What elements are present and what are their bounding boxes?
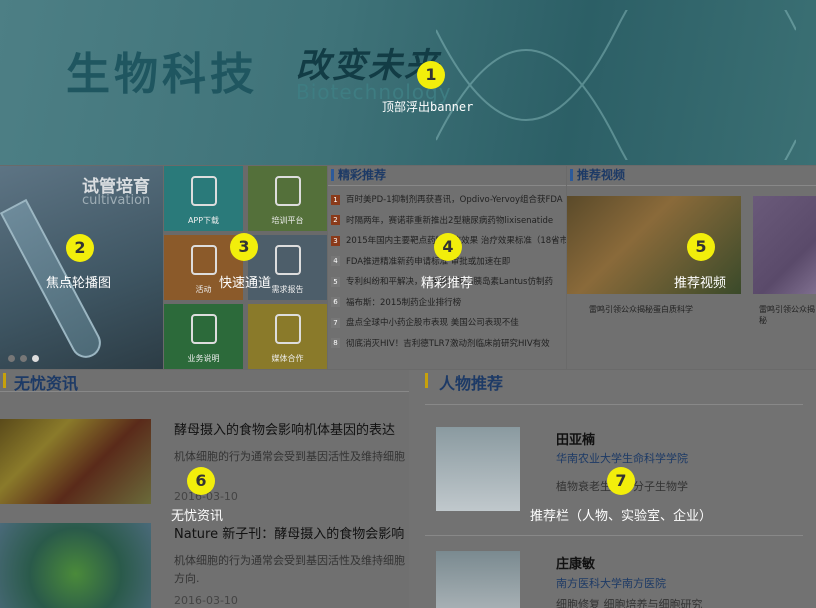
person-desc: 细胞修复 细胞培养与细胞研究 [556, 598, 703, 608]
dna-helix-illustration [436, 10, 796, 160]
news-item[interactable]: 7 盘点全球中小药企股市表现 美国公司表现不佳 [328, 313, 566, 334]
monitor-user-icon [274, 176, 301, 206]
news-rank: 1 [331, 194, 340, 205]
annotation-label: 焦点轮播图 [46, 276, 112, 291]
carousel-dot[interactable] [20, 355, 27, 362]
wuyou-header: 无忧资讯 [0, 370, 409, 393]
article-title[interactable]: Nature 新子刊：酵母摄入的食物会影响 [174, 523, 404, 542]
carousel-dot-active[interactable] [32, 355, 39, 362]
annotation-marker: 2 [66, 234, 94, 262]
news-item[interactable]: 1 百时美PD-1抑制剂再获喜讯，Opdivo-Yervoy组合获FDA [328, 190, 566, 211]
person-org: 华南农业大学生命科学学院 [556, 452, 688, 465]
news-title: 福布斯：2015制药企业排行榜 [346, 297, 462, 308]
annotation-marker: 3 [230, 233, 258, 261]
phone-icon [190, 176, 217, 206]
carousel-subtitle: cultivation [82, 193, 151, 208]
quick-tile-label: 业务说明 [187, 354, 220, 363]
person-avatar[interactable] [436, 427, 520, 511]
news-title: FDA推进精准新药申请标准 审批或加速在即 [346, 256, 511, 267]
annotation-label: 顶部浮出banner [382, 100, 474, 114]
article-date: 2016-03-10 [174, 594, 238, 607]
article-summary: 机体细胞的行为通常会受到基因活性及维持细胞 [174, 450, 405, 463]
search-document-icon [274, 245, 301, 275]
quick-tile-business[interactable]: 业务说明 [164, 304, 243, 369]
banner-title: 生物科技 [66, 49, 258, 100]
handshake-icon [274, 314, 301, 344]
featured-picks: 精彩推荐 1 百时美PD-1抑制剂再获喜讯，Opdivo-Yervoy组合获FDA… [328, 166, 566, 369]
video-caption[interactable]: 雷鸣引领公众揭秘 [759, 304, 816, 326]
annotation-label: 推荐栏（人物、实验室、企业） [530, 509, 713, 524]
news-rank: 3 [331, 235, 340, 246]
people-header: 人物推荐 [419, 370, 816, 393]
news-rank: 6 [331, 297, 340, 307]
picks-header: 精彩推荐 [328, 166, 566, 186]
news-title: 百时美PD-1抑制剂再获喜讯，Opdivo-Yervoy组合获FDA [346, 195, 563, 205]
person-org: 南方医科大学南方医院 [556, 577, 666, 590]
news-item[interactable]: 2 时隔两年，赛诺菲重新推出2型糖尿病药物lixisenatide [328, 211, 566, 232]
person-name[interactable]: 庄康敏 [556, 553, 595, 572]
news-rank: 2 [331, 215, 340, 225]
article-summary: 机体细胞的行为通常会受到基因活性及维持细胞方向. [174, 554, 405, 585]
video-thumbnail[interactable] [753, 196, 816, 294]
person-avatar[interactable] [436, 551, 520, 608]
annotation-marker: 6 [187, 467, 215, 495]
person-card[interactable]: 庄康敏 南方医科大学南方医院 细胞修复 细胞培养与细胞研究 [425, 535, 803, 608]
document-icon [190, 314, 217, 344]
annotation-label: 精彩推荐 [421, 276, 474, 291]
videos-header: 推荐视频 [567, 166, 816, 186]
article-title[interactable]: 酵母摄入的食物会影响机体基因的表达 [174, 419, 395, 438]
annotation-marker: 7 [607, 467, 635, 495]
quick-tile-media[interactable]: 媒体合作 [248, 304, 327, 369]
carousel-dot[interactable] [8, 355, 15, 362]
quick-access: APP下载 培训平台 活动 需求报告 业务说明 媒体合作 [164, 166, 327, 369]
news-rank: 4 [331, 256, 340, 266]
annotation-label: 无忧资讯 [171, 509, 224, 524]
news-item[interactable]: 8 彻底消灭HIV！吉利德TLR7激动剂临床前研究HIV有效 [328, 334, 566, 355]
annotation-marker: 5 [687, 233, 715, 261]
wuyou-header-label: 无忧资讯 [14, 374, 79, 393]
news-title: 彻底消灭HIV！吉利德TLR7激动剂临床前研究HIV有效 [346, 338, 550, 349]
quick-tile-label: 媒体合作 [271, 354, 304, 363]
news-item[interactable]: 6 福布斯：2015制药企业排行榜 [328, 293, 566, 314]
quick-tile-app[interactable]: APP下载 [164, 166, 243, 231]
carousel-dots[interactable] [8, 347, 44, 366]
news-rank: 7 [331, 317, 340, 328]
news-title: 时隔两年，赛诺菲重新推出2型糖尿病药物lixisenatide [346, 215, 554, 226]
annotation-marker: 1 [417, 61, 445, 89]
top-banner[interactable]: 生物科技 改变未来 Biotechnology [0, 0, 816, 165]
paper-plane-icon [190, 245, 217, 275]
quick-tile-label: 培训平台 [271, 216, 304, 225]
quick-tile-training[interactable]: 培训平台 [248, 166, 327, 231]
quick-tile-label: APP下载 [187, 216, 220, 225]
focus-carousel[interactable]: 试管培育 cultivation [0, 166, 163, 369]
annotation-label: 快速通道 [219, 276, 272, 291]
news-rank: 5 [331, 276, 340, 287]
article-thumbnail[interactable] [0, 523, 151, 608]
news-title: 盘点全球中小药企股市表现 美国公司表现不佳 [346, 318, 519, 328]
recommended-videos: 推荐视频 雷鸣引领公众揭秘蛋白质科学 雷鸣引领公众揭秘 [567, 166, 816, 369]
annotation-label: 推荐视频 [674, 276, 727, 291]
people-header-label: 人物推荐 [439, 374, 504, 393]
annotation-marker: 4 [434, 233, 462, 261]
person-name[interactable]: 田亚楠 [556, 429, 595, 448]
video-caption[interactable]: 雷鸣引领公众揭秘蛋白质科学 [589, 304, 693, 315]
article-thumbnail[interactable] [0, 419, 151, 504]
news-rank: 8 [331, 338, 340, 348]
